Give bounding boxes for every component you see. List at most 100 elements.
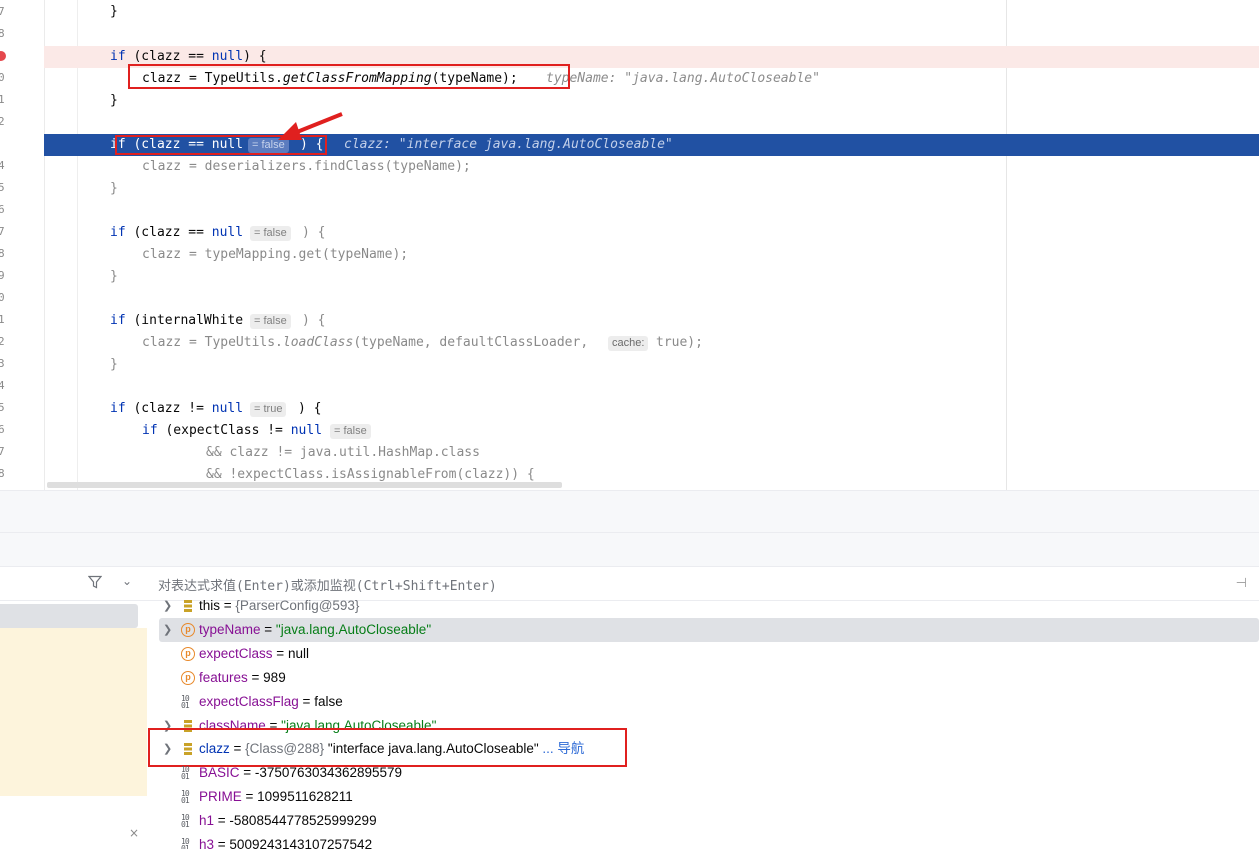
code-line: clazz = TypeUtils.loadClass(typeName, de… xyxy=(142,332,596,354)
equals: = xyxy=(298,694,315,709)
code-text: (internalWhite xyxy=(125,313,244,328)
parameter-name-hint: cache: xyxy=(608,336,649,351)
variable-row[interactable]: 10 01 expectClassFlag = false xyxy=(147,690,1259,714)
code-text: ) { xyxy=(298,401,322,416)
variable-text: expectClass = null xyxy=(199,642,309,666)
inline-debug-value: typeName: "java.lang.AutoCloseable" xyxy=(546,71,820,86)
code-line: clazz = deserializers.findClass(typeName… xyxy=(142,159,471,174)
horizontal-scrollbar[interactable] xyxy=(47,482,562,488)
variable-name: typeName xyxy=(199,622,261,637)
variable-text: PRIME = 1099511628211 xyxy=(199,785,353,809)
code-line: && clazz != java.util.HashMap.class xyxy=(206,445,480,460)
line-number: 6 xyxy=(0,423,5,436)
inline-value-hint: = false xyxy=(250,314,291,329)
inline-value-hint: = true xyxy=(250,402,287,417)
equals: = xyxy=(241,789,258,804)
variable-row[interactable]: p features = 989 xyxy=(147,666,1259,690)
inline-value-hint: = false xyxy=(250,226,291,241)
parameter-icon: p xyxy=(181,671,195,685)
line-number: 0 xyxy=(0,291,5,304)
line-number: 0 xyxy=(0,71,5,84)
method-call: loadClass xyxy=(282,335,354,350)
line-number: 4 xyxy=(0,159,5,172)
variable-row[interactable]: 10 01 PRIME = 1099511628211 xyxy=(147,785,1259,809)
close-icon[interactable]: × xyxy=(129,826,139,840)
variable-value: 5009243143107257542 xyxy=(229,837,373,849)
line-number: 7 xyxy=(0,5,5,18)
code-line: clazz = typeMapping.get(typeName); xyxy=(142,247,409,262)
code-text: ) { xyxy=(302,313,326,328)
line-number: 8 xyxy=(0,467,5,480)
selected-frame[interactable] xyxy=(0,604,138,628)
variable-name: h3 xyxy=(199,837,215,849)
line-number: 4 xyxy=(0,379,5,392)
variable-text: this = {ParserConfig@593} xyxy=(199,594,359,618)
variable-text: features = 989 xyxy=(199,666,286,690)
variable-row[interactable]: ❯ this = {ParserConfig@593} xyxy=(147,594,1259,618)
binary-icon: 10 01 xyxy=(181,837,190,849)
equals: = xyxy=(214,813,230,828)
code-line: } xyxy=(110,269,118,284)
keyword: null xyxy=(211,401,244,416)
variable-text: h3 = 5009243143107257542 xyxy=(199,833,372,849)
variable-name: h1 xyxy=(199,813,215,828)
variable-row[interactable]: p expectClass = null xyxy=(147,642,1259,666)
line-number: 1 xyxy=(0,93,5,106)
binary-icon: 10 01 xyxy=(181,765,190,781)
indent-guide xyxy=(77,0,78,490)
add-watch-icon[interactable]: ⊣ xyxy=(1236,576,1247,591)
variable-value: -5808544778525999299 xyxy=(229,813,377,828)
library-frames-block xyxy=(0,628,147,796)
code-line: } xyxy=(110,93,118,108)
filter-icon[interactable] xyxy=(88,575,102,589)
keyword: if xyxy=(110,401,126,416)
line-number: 7 xyxy=(0,225,5,238)
line-number: 8 xyxy=(0,247,5,260)
chevron-down-icon[interactable]: ⌄ xyxy=(122,574,132,588)
variable-value: null xyxy=(287,646,309,661)
code-editor[interactable]: 7 8 0 1 2 3 4 5 6 7 8 9 0 1 2 3 4 5 6 7 … xyxy=(0,0,1259,490)
inline-debug-value: clazz: "interface java.lang.AutoCloseabl… xyxy=(344,137,673,152)
code-text: clazz = TypeUtils. xyxy=(142,335,283,350)
variable-value: {ParserConfig@593} xyxy=(235,598,360,613)
variable-row[interactable]: 10 01 h1 = -5808544778525999299 xyxy=(147,809,1259,833)
inline-value-hint: = false xyxy=(330,424,371,439)
keyword: null xyxy=(211,225,244,240)
keyword: if xyxy=(110,49,126,64)
keyword: if xyxy=(110,313,126,328)
variable-text: BASIC = -3750763034362895579 xyxy=(199,761,402,785)
code-line: if (internalWhite xyxy=(110,310,243,332)
variable-row[interactable]: 10 01 BASIC = -3750763034362895579 xyxy=(147,761,1259,785)
code-line: if (clazz != null xyxy=(110,398,243,420)
code-text: ) { xyxy=(302,225,326,240)
breakpoint-icon[interactable] xyxy=(0,51,6,61)
variable-row-selected[interactable]: ❯ p typeName = "java.lang.AutoCloseable" xyxy=(159,618,1259,642)
variable-text: h1 = -5808544778525999299 xyxy=(199,809,377,833)
variables-pane: 对表达式求值(Enter)或添加监视(Ctrl+Shift+Enter) ⊣ ❯… xyxy=(147,566,1259,849)
frames-pane: ⌄ × xyxy=(0,566,148,849)
code-text: (expectClass != xyxy=(157,423,291,438)
binary-icon: 10 01 xyxy=(181,813,190,829)
keyword: null xyxy=(290,423,323,438)
variable-value: -3750763034362895579 xyxy=(254,765,403,780)
frames-header: ⌄ xyxy=(0,566,147,601)
equals: = xyxy=(272,646,288,661)
code-line: } xyxy=(110,357,118,372)
annotation-box xyxy=(128,64,570,89)
code-line: } xyxy=(110,181,118,196)
line-number: 6 xyxy=(0,203,5,216)
code-text: true); xyxy=(656,335,703,350)
code-line: if (clazz == null xyxy=(110,222,243,244)
code-line: if (expectClass != null xyxy=(142,420,322,442)
variable-name: this xyxy=(199,598,221,613)
variable-row[interactable]: 10 01 h3 = 5009243143107257542 xyxy=(147,833,1259,849)
field-icon xyxy=(184,600,192,612)
expand-chevron-icon[interactable]: ❯ xyxy=(163,618,172,642)
keyword: if xyxy=(110,225,126,240)
line-number: 2 xyxy=(0,335,5,348)
line-number: 8 xyxy=(0,27,5,40)
code-text: (typeName, defaultClassLoader, xyxy=(353,335,596,350)
expand-chevron-icon[interactable]: ❯ xyxy=(163,594,172,618)
keyword: if xyxy=(142,423,158,438)
right-margin-guide xyxy=(1006,0,1007,490)
